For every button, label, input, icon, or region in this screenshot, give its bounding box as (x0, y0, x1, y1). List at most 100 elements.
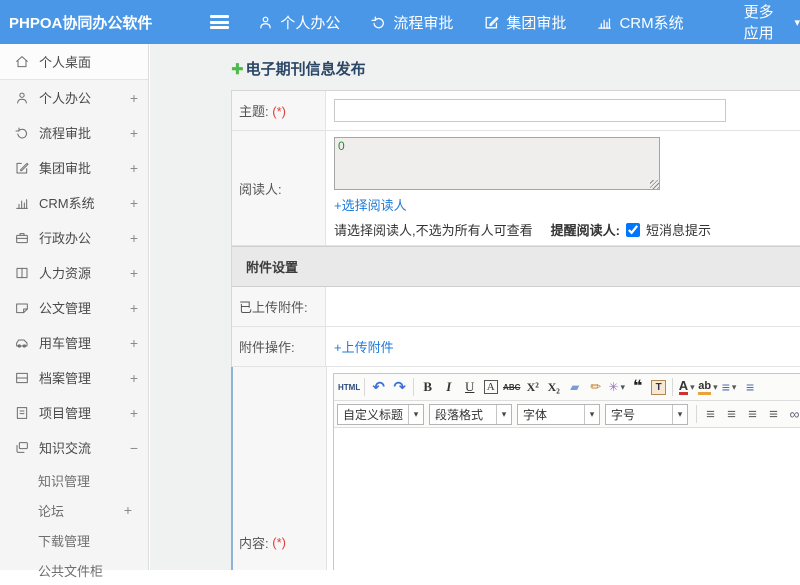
uploaded-attachments-label: 已上传附件: (232, 287, 326, 326)
redo-button[interactable]: ↷ (389, 376, 410, 398)
top-nav: 个人办公 流程审批 集团审批 CRM系统 更多应用 ▾ (257, 1, 800, 43)
hamburger-menu-icon[interactable] (210, 15, 229, 29)
align-center-button[interactable]: ≡ (721, 403, 742, 425)
char-border-button[interactable]: A (480, 376, 501, 398)
top-bar: PHPOA协同办公软件 个人办公 流程审批 集团审批 CRM系统 更多应用 ▾ (0, 0, 800, 44)
more-apps-label: 更多应用 (744, 1, 787, 43)
expand-icon[interactable]: + (120, 125, 148, 141)
chat-icon (14, 440, 30, 456)
font-color-button[interactable]: A▾ (676, 376, 697, 398)
nav-more-apps[interactable]: 更多应用 ▾ (744, 1, 800, 43)
content-label: 内容: (*) (233, 367, 327, 570)
custom-heading-dropdown[interactable]: 自定义标题 ▾ (337, 404, 424, 425)
nav-label: 流程审批 (393, 12, 453, 33)
expand-icon[interactable]: + (120, 90, 148, 106)
sidebar-item-project-mgmt[interactable]: 项目管理 + (0, 395, 148, 430)
bold-button[interactable]: B (417, 376, 438, 398)
chevron-down-icon: ▾ (672, 405, 687, 424)
align-right-button[interactable]: ≡ (742, 403, 763, 425)
user-icon (14, 90, 30, 106)
sidebar-item-public-file-cabinet[interactable]: 公共文件柜 (0, 555, 148, 585)
sidebar-item-personal-desktop[interactable]: 个人桌面 (0, 44, 148, 80)
readers-note: 请选择阅读人,不选为所有人可查看 (334, 220, 533, 239)
expand-icon[interactable]: + (120, 265, 148, 281)
sidebar-item-vehicle-mgmt[interactable]: 用车管理 + (0, 325, 148, 360)
document-icon (14, 300, 30, 316)
sidebar-item-personal-office[interactable]: 个人办公 + (0, 80, 148, 115)
italic-button[interactable]: I (438, 376, 459, 398)
paragraph-format-dropdown[interactable]: 段落格式 ▾ (429, 404, 512, 425)
add-icon: ✚ (231, 60, 244, 78)
strikethrough-button[interactable]: ABC (501, 376, 522, 398)
sidebar-item-forum[interactable]: 论坛 + (0, 495, 148, 525)
sidebar-item-document-mgmt[interactable]: 公文管理 + (0, 290, 148, 325)
auto-typeset-button[interactable]: ✳▾ (606, 376, 627, 398)
font-size-dropdown[interactable]: 字号 ▾ (605, 404, 688, 425)
chevron-down-icon: ▾ (732, 382, 737, 393)
nav-crm-system[interactable]: CRM系统 (596, 12, 683, 33)
collapse-icon[interactable]: − (120, 440, 148, 456)
expand-icon[interactable]: + (120, 370, 148, 386)
sidebar-item-hr[interactable]: 人力资源 + (0, 255, 148, 290)
subject-label: 主题: (*) (232, 91, 326, 130)
sidebar-item-group-approval[interactable]: 集团审批 + (0, 150, 148, 185)
chart-icon (596, 14, 613, 31)
expand-icon[interactable]: + (120, 405, 148, 421)
subscript-button[interactable]: X₂ (543, 376, 564, 398)
sidebar-item-download-mgmt[interactable]: 下载管理 (0, 525, 148, 555)
expand-icon[interactable]: + (120, 160, 148, 176)
sms-remind-checkbox[interactable] (626, 223, 640, 237)
upload-attachment-link[interactable]: +上传附件 (334, 337, 394, 356)
nav-personal-office[interactable]: 个人办公 (257, 12, 340, 33)
expand-icon[interactable]: + (120, 230, 148, 246)
highlight-color-button[interactable]: ab▾ (697, 376, 718, 398)
remind-readers-label: 提醒阅读人: (551, 220, 620, 239)
resize-grip-icon[interactable] (650, 180, 659, 189)
sidebar-item-admin-office[interactable]: 行政办公 + (0, 220, 148, 255)
sidebar-item-knowledge-mgmt[interactable]: 知识管理 (0, 465, 148, 495)
editor-toolbar-row1: HTML ↶ ↷ B I U A ABC X² X₂ ▰ ✏ (334, 374, 800, 401)
sms-remind-label: 短消息提示 (646, 220, 711, 239)
user-icon (257, 14, 274, 31)
sidebar: 个人桌面 个人办公 + 流程审批 + 集团审批 + CRM系统 + 行政办公 +… (0, 44, 149, 570)
format-painter-button[interactable]: ✏ (585, 376, 606, 398)
form-row-content: 内容: (*) HTML ↶ ↷ B I U A ABC X² (231, 367, 800, 570)
sidebar-item-archive-mgmt[interactable]: 档案管理 + (0, 360, 148, 395)
editor-content-area[interactable] (334, 428, 800, 570)
unordered-list-button[interactable]: ≡ (740, 376, 761, 398)
font-family-dropdown[interactable]: 字体 ▾ (517, 404, 600, 425)
uploaded-attachments-value (326, 287, 800, 326)
underline-button[interactable]: U (459, 376, 480, 398)
form-row-readers: 阅读人: 0 +选择阅读人 请选择阅读人,不选为所有人可查看 提醒阅读人: 短消… (232, 131, 800, 246)
process-icon (370, 14, 387, 31)
subject-input[interactable] (334, 99, 726, 122)
required-marker: (*) (272, 535, 286, 550)
align-left-button[interactable]: ≡ (700, 403, 721, 425)
paste-as-text-button[interactable]: T (648, 376, 669, 398)
nav-process-approval[interactable]: 流程审批 (370, 12, 453, 33)
page-title-text: 电子期刊信息发布 (246, 58, 366, 79)
superscript-button[interactable]: X² (522, 376, 543, 398)
ordered-list-button[interactable]: ≡▾ (719, 376, 740, 398)
chevron-down-icon: ▾ (690, 382, 695, 393)
expand-icon[interactable]: + (120, 195, 148, 211)
sidebar-item-crm[interactable]: CRM系统 + (0, 185, 148, 220)
expand-icon[interactable]: + (108, 502, 148, 518)
nav-group-approval[interactable]: 集团审批 (483, 12, 566, 33)
insert-link-button[interactable]: ∞ (784, 403, 800, 425)
source-code-button[interactable]: HTML (337, 376, 361, 398)
select-readers-link[interactable]: +选择阅读人 (334, 195, 407, 214)
blockquote-button[interactable]: ❝ (627, 376, 648, 398)
undo-button[interactable]: ↶ (368, 376, 389, 398)
remove-format-button[interactable]: ▰ (564, 376, 585, 398)
app-logo: PHPOA协同办公软件 (0, 12, 150, 33)
readers-textarea[interactable]: 0 (334, 137, 660, 190)
expand-icon[interactable]: + (120, 300, 148, 316)
chevron-down-icon: ▾ (408, 405, 423, 424)
sidebar-item-knowledge-exchange[interactable]: 知识交流 − (0, 430, 148, 465)
main-content: ✚ 电子期刊信息发布 主题: (*) 阅读人: 0 +选择阅读人 (150, 44, 800, 570)
chevron-down-icon: ▾ (620, 382, 625, 393)
sidebar-item-process-approval[interactable]: 流程审批 + (0, 115, 148, 150)
align-justify-button[interactable]: ≡ (763, 403, 784, 425)
expand-icon[interactable]: + (120, 335, 148, 351)
